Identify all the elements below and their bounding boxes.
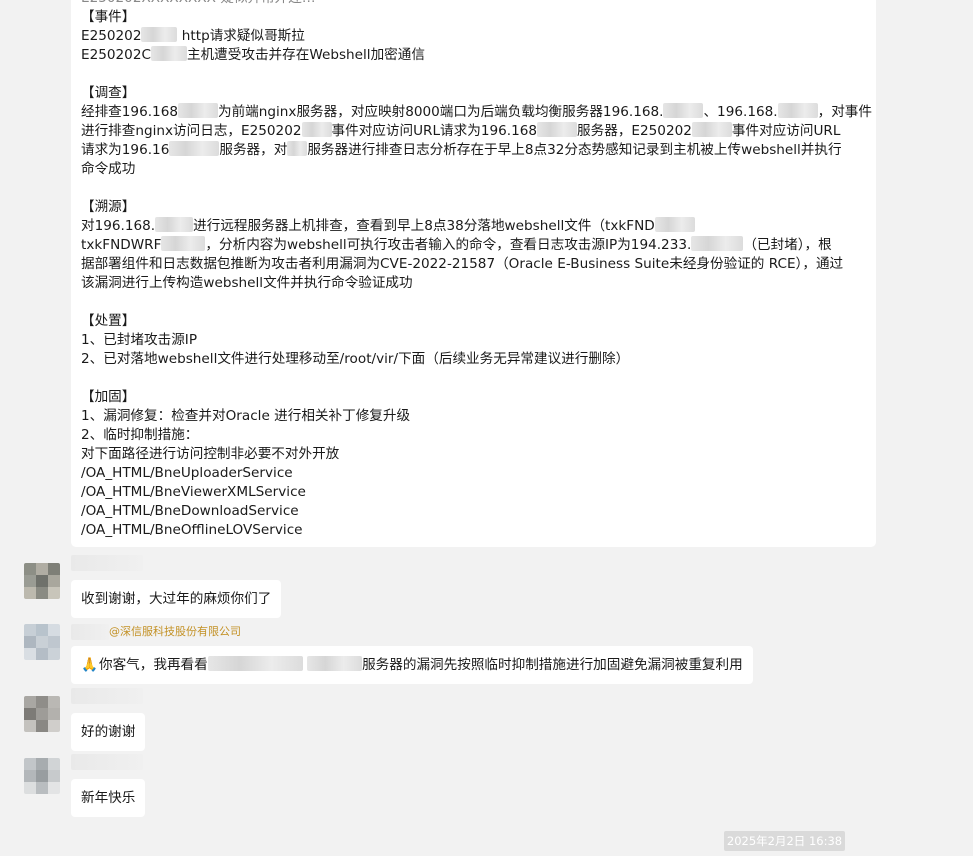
- redacted-text: [161, 236, 206, 251]
- redacted-text: [307, 656, 363, 671]
- timestamp-label: 2025年2月2日 16:38: [724, 831, 845, 851]
- message-bubble[interactable]: 好的谢谢: [71, 713, 146, 751]
- sender-name: [71, 555, 143, 571]
- path-line-1: /OA_HTML/BneUploaderService: [81, 465, 293, 481]
- redacted-name: [71, 624, 109, 640]
- trace-line-2: txkFNDWRF ，分析内容为webshell可执行攻击者输入的命令，查看日志攻…: [81, 236, 832, 253]
- event-line-2: E250202C 主机遭受攻击并存在Webshell加密通信: [81, 46, 425, 63]
- redacted-text: [654, 217, 695, 232]
- redacted-text: [537, 122, 578, 137]
- harden-line-1: 1、漏洞修复：检查并对Oracle 进行相关补丁修复升级: [81, 408, 411, 424]
- avatar[interactable]: [24, 624, 60, 660]
- avatar[interactable]: [24, 758, 60, 794]
- redacted-text: [691, 122, 732, 137]
- redacted-text: [178, 103, 218, 118]
- event-line-1: E250202 http请求疑似哥斯拉: [81, 27, 305, 44]
- redacted-text: [207, 656, 303, 671]
- redacted-text: [301, 122, 332, 137]
- path-line-4: /OA_HTML/BneOfflineLOVService: [81, 522, 303, 538]
- redacted-text: [691, 236, 744, 251]
- trace-title: 【溯源】: [81, 199, 136, 215]
- redacted-name: [71, 688, 143, 704]
- redacted-text: [169, 141, 220, 156]
- handle-title: 【处置】: [81, 313, 136, 329]
- sender-name: [71, 754, 143, 770]
- redacted-text: [150, 46, 187, 61]
- path-line-3: /OA_HTML/BneDownloadService: [81, 503, 299, 519]
- harden-line-3: 对下面路径进行访问控制非必要不对外开放: [81, 446, 340, 462]
- harden-title: 【加固】: [81, 389, 136, 405]
- investigate-line-3: 请求为196.16 服务器，对 服务器进行排查日志分析存在于早上8点32分态势感知记…: [81, 141, 842, 158]
- investigate-title: 【调查】: [81, 85, 136, 101]
- redacted-name: [71, 754, 143, 770]
- investigate-line-2: 进行排查nginx访问日志，E250202 事件对应访问URL请求为196.168…: [81, 122, 841, 139]
- message-bubble[interactable]: 收到谢谢，大过年的麻烦你们了: [71, 580, 282, 618]
- pray-emoji-icon: 🙏: [81, 657, 98, 673]
- sender-name: @深信服科技股份有限公司: [71, 624, 241, 640]
- report-message-bubble[interactable]: E250202XXXXXXXX 疑似异常外连… 【事件】 E250202 htt…: [71, 0, 876, 547]
- investigate-line-1: 经排查196.168 为前端nginx服务器，对应映射8000端口为后端负载均衡服…: [81, 103, 872, 120]
- handle-line-2: 2、已对落地webshell文件进行处理移动至/root/vir/下面（后续业务…: [81, 351, 630, 367]
- redacted-text: [777, 103, 818, 118]
- path-line-2: /OA_HTML/BneViewerXMLService: [81, 484, 306, 500]
- investigate-line-4: 命令成功: [81, 161, 136, 177]
- redacted-text: [287, 141, 308, 156]
- handle-line-1: 1、已封堵攻击源IP: [81, 332, 198, 348]
- redacted-text: [663, 103, 704, 118]
- trace-line-3: 据部署组件和日志数据包推断为攻击者利用漏洞为CVE-2022-21587（Ora…: [81, 256, 844, 272]
- avatar[interactable]: [24, 696, 60, 732]
- trace-line-1: 对196.168. 进行远程服务器上机排查，查看到早上8点38分落地webshel…: [81, 217, 866, 236]
- truncated-line: E250202XXXXXXXX 疑似异常外连…: [81, 0, 866, 8]
- redacted-name: [71, 555, 143, 571]
- message-bubble[interactable]: 新年快乐: [71, 779, 146, 817]
- avatar[interactable]: [24, 563, 60, 599]
- trace-line-4: 该漏洞进行上传构造webshell文件并执行命令验证成功: [81, 275, 413, 291]
- redacted-text: [141, 27, 178, 42]
- redacted-text: [155, 217, 194, 232]
- harden-line-2: 2、临时抑制措施：: [81, 427, 199, 443]
- events-title: 【事件】: [81, 9, 136, 25]
- message-bubble[interactable]: 🙏你客气，我再看看 服务器的漏洞先按照临时抑制措施进行加固避免漏洞被重复利用: [71, 646, 753, 684]
- sender-name: [71, 688, 143, 704]
